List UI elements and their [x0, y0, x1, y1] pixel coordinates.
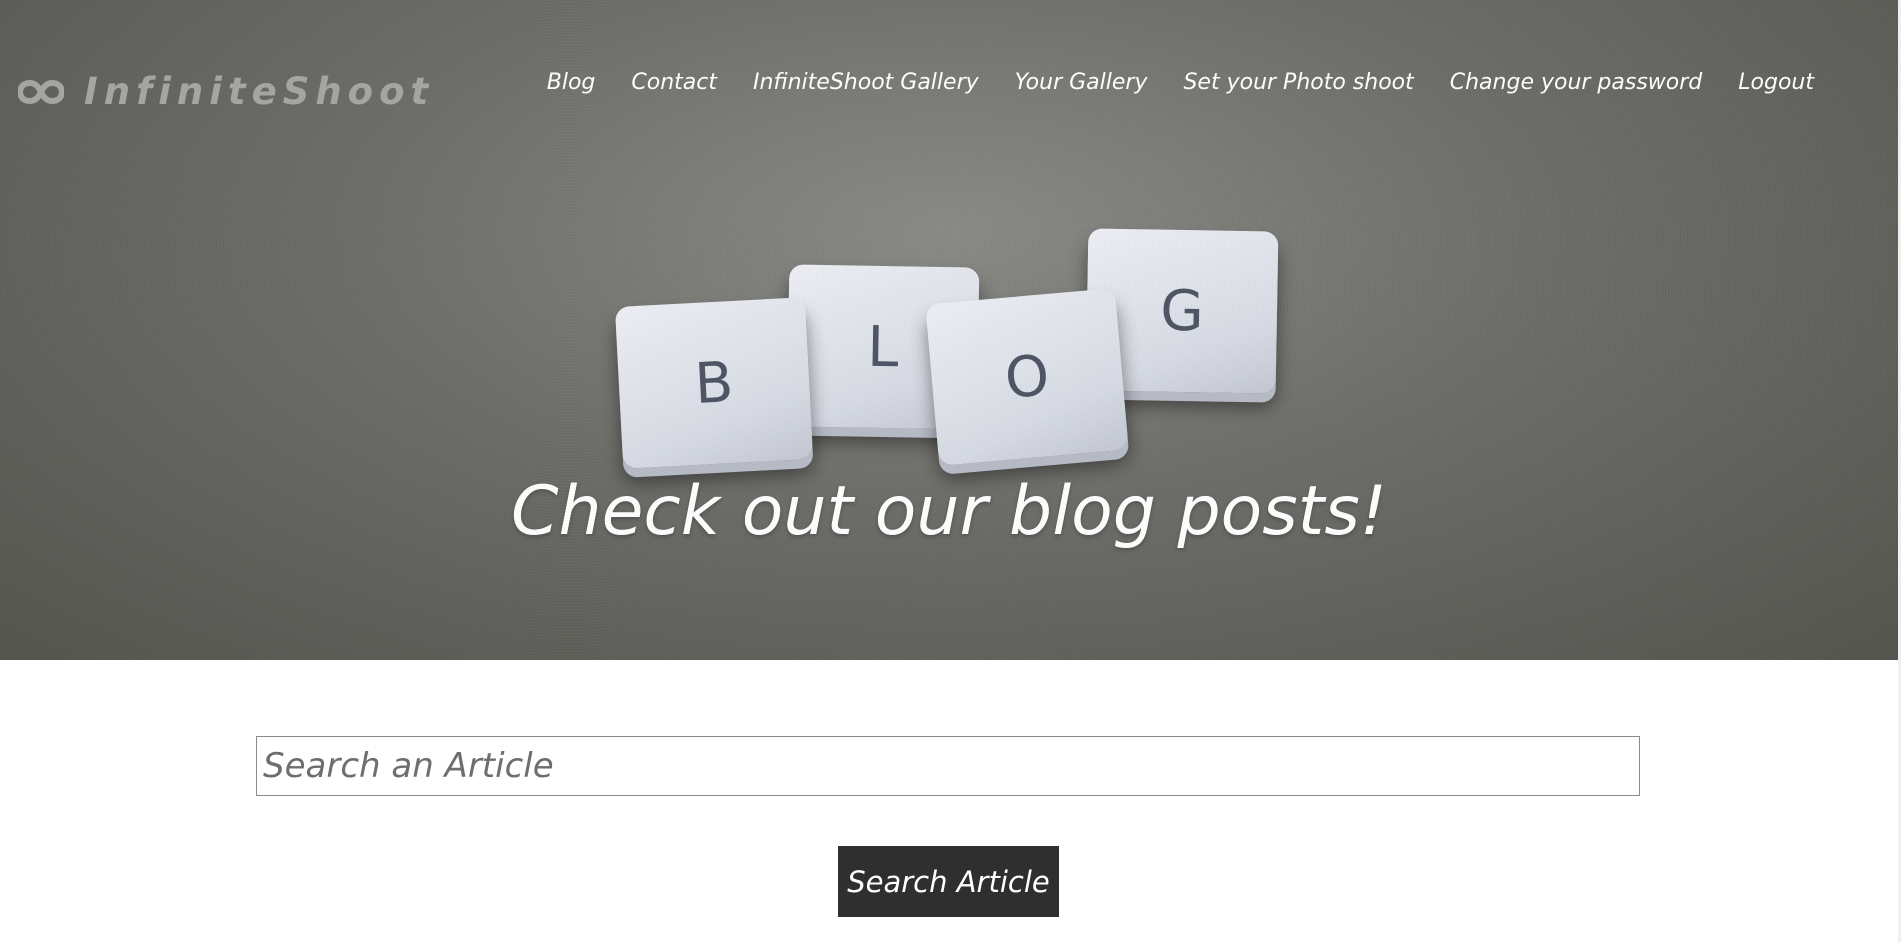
nav-change-password[interactable]: Change your password: [1450, 70, 1703, 95]
hero-banner: L B G O InfiniteShoot Blog Contact Infin…: [0, 0, 1898, 660]
nav-contact[interactable]: Contact: [631, 70, 717, 95]
hero-heading: Check out our blog posts!: [510, 472, 1388, 551]
nav-set-photo-shoot[interactable]: Set your Photo shoot: [1183, 70, 1413, 95]
letter-tile-o: O: [925, 288, 1129, 466]
nav-infiniteshoot-gallery[interactable]: InfiniteShoot Gallery: [753, 70, 979, 95]
letter-tile-b: B: [614, 297, 814, 469]
nav-blog[interactable]: Blog: [547, 70, 596, 95]
infinity-icon: [18, 79, 64, 104]
nav-logout[interactable]: Logout: [1738, 70, 1814, 95]
search-article-button[interactable]: Search Article: [838, 846, 1059, 917]
brand-name: InfiniteShoot: [84, 70, 435, 113]
nav-your-gallery[interactable]: Your Gallery: [1015, 70, 1148, 95]
search-input[interactable]: [256, 736, 1640, 796]
main-nav: Blog Contact InfiniteShoot Gallery Your …: [547, 70, 1814, 95]
brand-logo[interactable]: InfiniteShoot: [18, 70, 434, 113]
